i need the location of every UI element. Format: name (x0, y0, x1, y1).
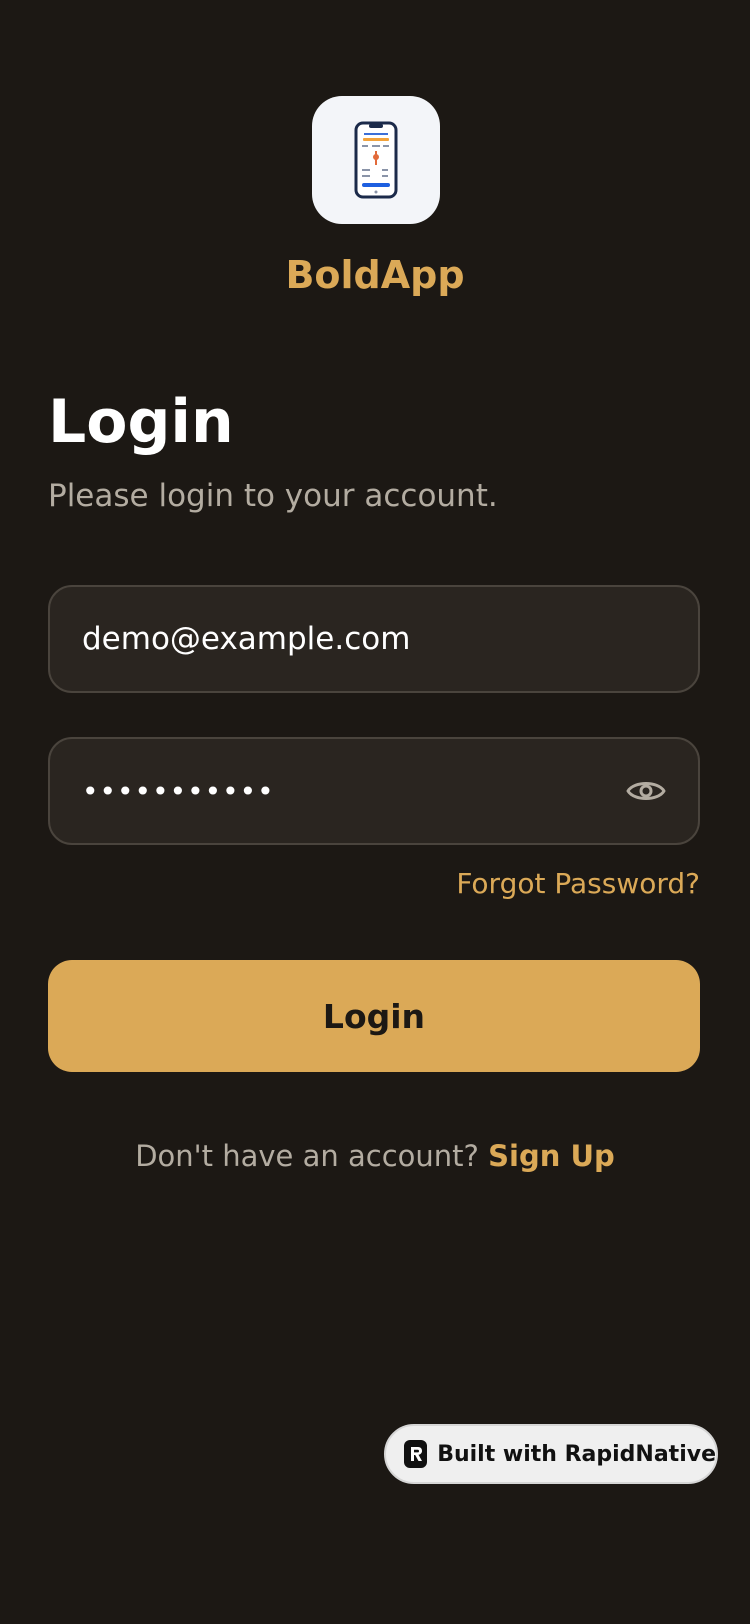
password-field-container (48, 737, 700, 845)
email-field[interactable] (82, 587, 622, 691)
signup-prompt: Don't have an account? (135, 1139, 479, 1173)
signup-row: Don't have an account? Sign Up (0, 1134, 750, 1178)
eye-icon (626, 782, 666, 800)
email-field-container (48, 585, 700, 693)
phone-mockup-icon (354, 121, 398, 199)
badge-label: Built with RapidNative (437, 1441, 716, 1467)
rapidnative-logo-icon (404, 1440, 428, 1468)
signup-link[interactable]: Sign Up (488, 1139, 615, 1173)
brand-name: BoldApp (285, 253, 465, 297)
app-icon (312, 96, 440, 224)
login-button[interactable]: Login (48, 960, 700, 1072)
built-with-badge[interactable]: Built with RapidNative (384, 1424, 718, 1484)
page-subtitle: Please login to your account. (48, 478, 498, 514)
password-field[interactable] (82, 739, 622, 843)
page-title: Login (48, 387, 234, 457)
forgot-password-link[interactable]: Forgot Password? (456, 864, 700, 904)
password-visibility-toggle[interactable] (624, 769, 668, 813)
